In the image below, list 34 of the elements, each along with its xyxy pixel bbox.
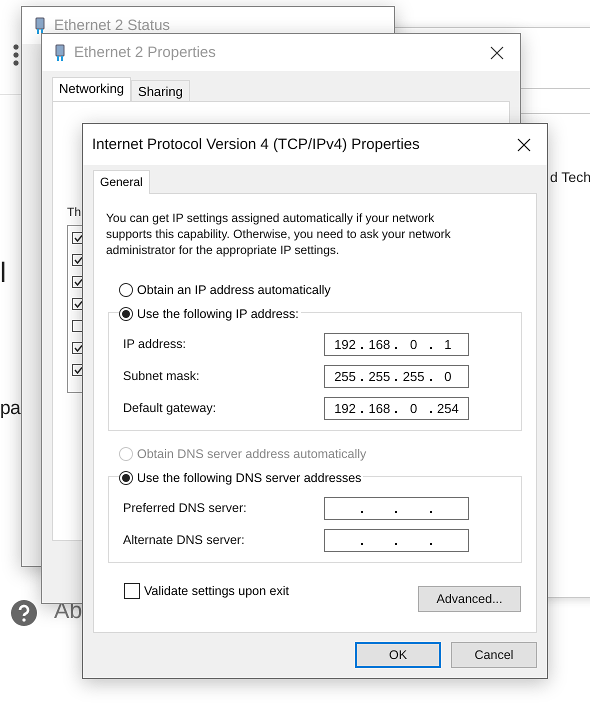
ip-address-field[interactable] [324,528,469,552]
tab[interactable]: Networking [52,77,132,101]
close-icon[interactable] [517,138,531,152]
list-caption: Th [67,205,82,219]
tab[interactable]: General [93,170,150,194]
ip-address-field[interactable]: 192 168 0 1 [324,332,469,356]
field-label: Preferred DNS server: [123,501,247,515]
radio-option[interactable]: Obtain an IP address automatically [119,283,333,297]
ip-address-field[interactable] [324,496,469,520]
radio-option[interactable]: Use the following DNS server addresses [119,471,364,485]
window-title: Internet Protocol Version 4 (TCP/IPv4) Properties [92,136,421,153]
more-icon[interactable] [13,44,19,66]
field-label: IP address: [123,337,186,351]
window-title: Ethernet 2 Status [54,17,171,34]
page-text: pa [0,399,20,420]
network-adapter-icon [54,44,66,62]
help-icon [11,600,37,626]
page-text: l [0,258,6,289]
close-icon[interactable] [490,46,504,60]
intro-text: You can get IP settings assigned automatically if your network supports this capability. Otherwise, you need to ask your network administrator for the appropriate IP settings. [106,210,452,258]
radio-option[interactable]: Use the following IP address: [119,307,301,321]
ok-button[interactable]: OK [355,642,441,668]
ip-address-field[interactable]: 255 255 255 0 [324,364,469,388]
page-text: d Tech [550,170,590,186]
field-label: Default gateway: [123,401,216,415]
validate-checkbox[interactable]: Validate settings upon exit [124,583,290,599]
tab[interactable]: Sharing [131,80,190,101]
ip-address-field[interactable]: 192 168 0 254 [324,396,469,420]
field-label: Subnet mask: [123,369,200,383]
advanced-button[interactable]: Advanced... [418,586,521,612]
field-label: Alternate DNS server: [123,533,245,547]
window-title: Ethernet 2 Properties [74,44,217,61]
network-adapter-icon [34,16,46,34]
cancel-button[interactable]: Cancel [451,642,537,668]
